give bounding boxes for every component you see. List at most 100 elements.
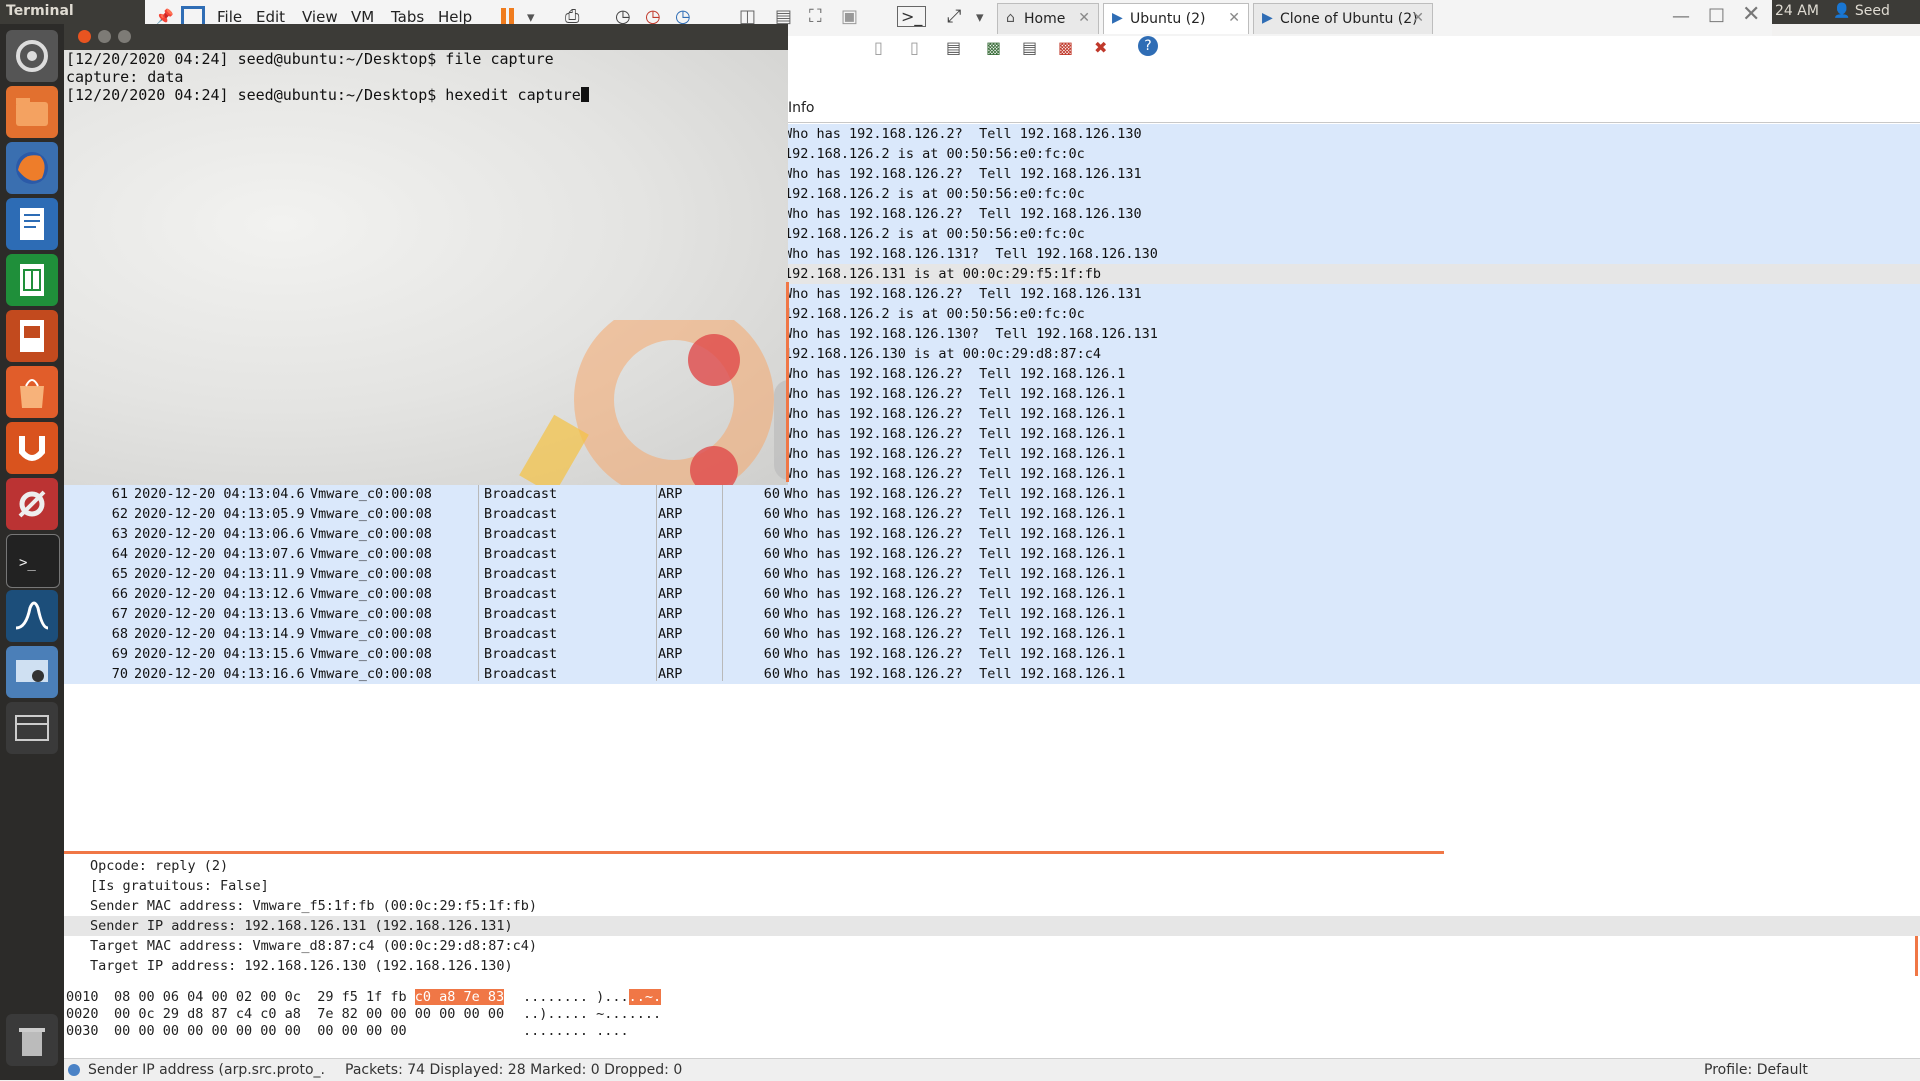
scrollbar[interactable] bbox=[1915, 936, 1918, 976]
screenshot-icon[interactable] bbox=[6, 646, 58, 698]
cell-dst: Broadcast bbox=[484, 626, 558, 642]
cell-no: 70 bbox=[111, 666, 128, 682]
cell-time: 2020-12-20 04:13:05.9 bbox=[134, 506, 305, 522]
capture-filter-icon[interactable]: ▩ bbox=[986, 38, 1001, 57]
chevron-down-icon[interactable]: ▾ bbox=[976, 8, 984, 26]
column-header-info[interactable]: Info bbox=[788, 100, 815, 116]
cell-no: 61 bbox=[111, 486, 128, 502]
display-filter-icon[interactable]: ▤ bbox=[1022, 38, 1037, 57]
save-icon[interactable]: ▤ bbox=[946, 38, 961, 57]
user-menu[interactable]: 👤 Seed bbox=[1833, 3, 1890, 19]
impress-icon[interactable] bbox=[6, 310, 58, 362]
cell-len: 60 bbox=[763, 586, 780, 602]
ubuntu-one-icon[interactable] bbox=[6, 422, 58, 474]
close-window-icon[interactable]: ✕ bbox=[1742, 2, 1760, 27]
maximize-icon[interactable] bbox=[118, 30, 131, 43]
software-center-icon[interactable] bbox=[6, 366, 58, 418]
table-row[interactable]: 66 2020-12-20 04:13:12.6 Vmware_c0:00:08 Br… bbox=[64, 584, 1920, 604]
text-cursor bbox=[580, 87, 589, 102]
close-icon[interactable]: ✕ bbox=[1228, 10, 1240, 26]
status-field: Sender IP address (arp.src.proto_... bbox=[88, 1062, 326, 1078]
user-name: Seed bbox=[1854, 3, 1890, 19]
tab-home[interactable]: ⌂ Home ✕ bbox=[997, 3, 1099, 34]
minimize-icon[interactable] bbox=[98, 30, 111, 43]
unity-icon[interactable]: ▣ bbox=[841, 6, 858, 27]
cell-time: 2020-12-20 04:13:04.6 bbox=[134, 486, 305, 502]
cell-dst: Broadcast bbox=[484, 586, 558, 602]
terminal-window[interactable]: [12/20/2020 04:24] seed@ubuntu:~/Desktop… bbox=[64, 24, 788, 485]
terminal-prompt-line: [12/20/2020 04:24] seed@ubuntu:~/Desktop… bbox=[66, 86, 589, 104]
table-row[interactable]: 64 2020-12-20 04:13:07.6 Vmware_c0:00:08 Br… bbox=[64, 544, 1920, 564]
pane-splitter[interactable] bbox=[64, 851, 1444, 854]
cell-time: 2020-12-20 04:13:13.6 bbox=[134, 606, 305, 622]
cell-info: Who has 192.168.126.131? Tell 192.168.12… bbox=[784, 246, 1158, 262]
table-row[interactable]: 62 2020-12-20 04:13:05.9 Vmware_c0:00:08 Br… bbox=[64, 504, 1920, 524]
writer-icon[interactable] bbox=[6, 198, 58, 250]
minimize-icon[interactable]: — bbox=[1672, 6, 1690, 27]
cell-info: 192.168.126.130 is at 00:0c:29:d8:87:c4 bbox=[784, 346, 1101, 362]
cell-len: 60 bbox=[763, 666, 780, 682]
coloring-rules-icon[interactable]: ▩ bbox=[1058, 38, 1073, 57]
detail-row[interactable]: Target MAC address: Vmware_d8:87:c4 (00:… bbox=[64, 936, 1920, 956]
dash-home-icon[interactable] bbox=[6, 30, 58, 82]
detail-row[interactable]: Opcode: reply (2) bbox=[64, 856, 1920, 876]
cell-info: Who has 192.168.126.2? Tell 192.168.126.… bbox=[784, 606, 1126, 622]
tab-ubuntu-2[interactable]: ▶ Ubuntu (2) ✕ bbox=[1103, 3, 1249, 34]
close-icon[interactable] bbox=[78, 30, 91, 43]
terminal-icon[interactable]: >_ bbox=[6, 534, 60, 588]
system-settings-icon[interactable] bbox=[6, 478, 58, 530]
cell-info: Who has 192.168.126.2? Tell 192.168.126.… bbox=[784, 646, 1126, 662]
file-icon[interactable]: ▯ bbox=[910, 38, 919, 57]
detail-row[interactable]: Sender MAC address: Vmware_f5:1f:fb (00:… bbox=[64, 896, 1920, 916]
tab-clone-of-ubuntu-2[interactable]: ▶ Clone of Ubuntu (2) ✕ bbox=[1253, 3, 1433, 34]
cell-info: Who has 192.168.126.2? Tell 192.168.126.… bbox=[784, 426, 1126, 442]
hex-bytes: 00 0c 29 d8 87 c4 c0 a8 7e 82 00 00 00 0… bbox=[114, 1006, 504, 1023]
calc-icon[interactable] bbox=[6, 254, 58, 306]
firefox-icon[interactable] bbox=[6, 142, 58, 194]
wireshark-icon[interactable] bbox=[6, 590, 58, 642]
workspace-switcher-icon[interactable] bbox=[6, 702, 58, 754]
terminal-output[interactable]: [12/20/2020 04:24] seed@ubuntu:~/Desktop… bbox=[66, 50, 589, 104]
profile-label[interactable]: Profile: Default bbox=[1704, 1062, 1808, 1078]
cell-time: 2020-12-20 04:13:15.6 bbox=[134, 646, 305, 662]
table-row[interactable]: 63 2020-12-20 04:13:06.6 Vmware_c0:00:08 Br… bbox=[64, 524, 1920, 544]
table-row[interactable]: 61 2020-12-20 04:13:04.6 Vmware_c0:00:08 Br… bbox=[64, 484, 1920, 504]
table-row[interactable]: 68 2020-12-20 04:13:14.9 Vmware_c0:00:08 Br… bbox=[64, 624, 1920, 644]
clock[interactable]: 24 AM bbox=[1775, 3, 1819, 19]
stretch-icon[interactable]: ⤢ bbox=[947, 6, 961, 27]
hex-bytes-highlight: c0 a8 7e 83 bbox=[414, 989, 505, 1005]
help-icon[interactable]: ? bbox=[1138, 36, 1158, 56]
detail-row[interactable]: Sender IP address: 192.168.126.131 (192.… bbox=[64, 916, 1920, 936]
terminal-line: [12/20/2020 04:24] seed@ubuntu:~/Desktop… bbox=[66, 86, 581, 104]
cell-proto: ARP bbox=[658, 666, 683, 682]
file-icon[interactable]: ▯ bbox=[874, 38, 883, 57]
svg-text:>_: >_ bbox=[19, 555, 36, 571]
maximize-icon[interactable]: □ bbox=[1708, 4, 1725, 25]
cell-src: Vmware_c0:00:08 bbox=[310, 626, 432, 642]
files-icon[interactable] bbox=[6, 86, 58, 138]
table-row[interactable]: 67 2020-12-20 04:13:13.6 Vmware_c0:00:08 Br… bbox=[64, 604, 1920, 624]
expert-info-icon[interactable] bbox=[68, 1064, 80, 1076]
vm-play-icon: ▶ bbox=[1262, 10, 1273, 26]
wireshark-toolbar: ▯ ▯ ▤ ▩ ▤ ▩ ✖ ? bbox=[790, 36, 1190, 62]
table-row[interactable]: 70 2020-12-20 04:13:16.6 Vmware_c0:00:08 Br… bbox=[64, 664, 1920, 684]
preferences-icon[interactable]: ✖ bbox=[1094, 38, 1107, 57]
hex-bytes: 00 00 00 00 00 00 00 00 00 00 00 00 bbox=[114, 1023, 407, 1040]
terminal-body[interactable] bbox=[64, 50, 788, 485]
detail-row[interactable]: [Is gratuitous: False] bbox=[64, 876, 1920, 896]
close-icon[interactable]: ✕ bbox=[1078, 10, 1090, 26]
table-row[interactable]: 65 2020-12-20 04:13:11.9 Vmware_c0:00:08 Br… bbox=[64, 564, 1920, 584]
cell-len: 60 bbox=[763, 566, 780, 582]
console-icon[interactable]: >_ bbox=[897, 6, 927, 27]
cell-info: Who has 192.168.126.2? Tell 192.168.126.… bbox=[784, 506, 1126, 522]
fullscreen-icon[interactable]: ⛶ bbox=[809, 6, 822, 27]
close-icon[interactable]: ✕ bbox=[1412, 10, 1424, 26]
table-row[interactable]: 69 2020-12-20 04:13:15.6 Vmware_c0:00:08 Br… bbox=[64, 644, 1920, 664]
detail-row[interactable]: Target IP address: 192.168.126.130 (192.… bbox=[64, 956, 1920, 976]
hex-ascii: ........ .... bbox=[523, 1023, 629, 1040]
trash-icon[interactable] bbox=[6, 1014, 58, 1066]
terminal-titlebar[interactable] bbox=[64, 24, 788, 50]
status-bar: Sender IP address (arp.src.proto_... Pac… bbox=[64, 1058, 1920, 1081]
cell-info: Who has 192.168.126.2? Tell 192.168.126.… bbox=[784, 446, 1126, 462]
cell-info: Who has 192.168.126.2? Tell 192.168.126.… bbox=[784, 386, 1126, 402]
